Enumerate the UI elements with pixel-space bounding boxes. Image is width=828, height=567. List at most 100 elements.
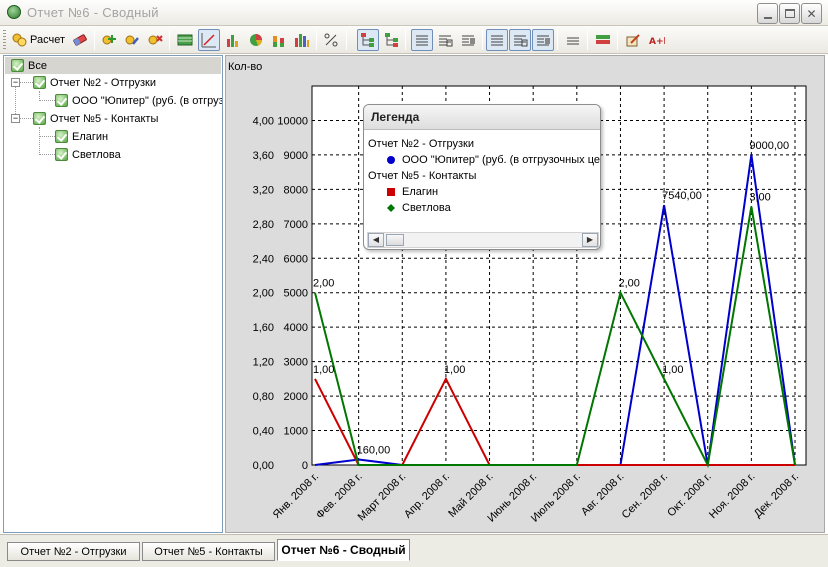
y-tick-label-right: 4000	[284, 322, 308, 334]
bar-chart-button[interactable]	[222, 29, 244, 51]
align-left-icon	[416, 35, 428, 46]
y-tick-label-right: 10000	[277, 115, 308, 127]
color-grid-button[interactable]	[592, 29, 614, 51]
pie-chart-icon	[250, 34, 262, 46]
histogram-button[interactable]	[291, 29, 313, 51]
tree-item-report-5[interactable]: Отчет №5 - Контакты	[33, 110, 158, 127]
rows-right-button[interactable]	[532, 29, 554, 51]
toolbar-grip[interactable]	[3, 30, 6, 50]
text-ab-button[interactable]: A+b	[646, 29, 668, 51]
x-tick-label: Авг. 2008 г.	[579, 471, 627, 519]
tree-item-label: Елагин	[72, 130, 109, 143]
legend-item-label: Светлова	[402, 202, 451, 214]
tree-item-svetlova[interactable]: Светлова	[55, 146, 121, 163]
scroll-left-icon[interactable]: ◀	[368, 233, 384, 247]
align-right-button[interactable]	[457, 29, 479, 51]
edit-icon	[626, 34, 640, 47]
align-center-button[interactable]	[434, 29, 456, 51]
tree-item-report-2[interactable]: Отчет №2 - Отгрузки	[33, 74, 156, 91]
rows-icon	[491, 35, 503, 46]
line-chart-button[interactable]	[198, 29, 220, 51]
checkbox-checked-icon[interactable]	[55, 130, 68, 143]
data-label: 1,00	[444, 364, 465, 376]
window-title: Отчет №6 - Сводный	[27, 5, 159, 20]
calculate-button[interactable]: Расчет	[9, 29, 67, 51]
x-tick-label: Ноя. 2008 г.	[707, 471, 757, 521]
legend-group-label: Отчет №2 - Отгрузки	[368, 138, 474, 150]
rows-center-button[interactable]	[509, 29, 531, 51]
title-bar: Отчет №6 - Сводный ✕	[0, 0, 828, 26]
x-tick-label: Сен. 2008 г.	[620, 471, 671, 522]
checkbox-checked-icon[interactable]	[33, 76, 46, 89]
toolbar-separator	[169, 30, 170, 50]
tree-item-label: Светлова	[72, 148, 121, 161]
lines-button[interactable]	[562, 29, 584, 51]
pie-chart-button[interactable]	[245, 29, 267, 51]
tab-report-2[interactable]: Отчет №2 - Отгрузки	[7, 542, 140, 561]
toolbar-separator	[94, 30, 95, 50]
scroll-thumb[interactable]	[386, 234, 404, 246]
diamond-marker-icon	[387, 204, 395, 212]
tree-line	[39, 127, 40, 155]
x-tick-label: Дек. 2008 г.	[752, 471, 801, 520]
legend-window[interactable]: Легенда Отчет №2 - Отгрузки ООО "Юпитер"…	[363, 104, 601, 250]
stacked-chart-button[interactable]	[268, 29, 290, 51]
edit-button[interactable]	[622, 29, 644, 51]
legend-item: Светлова	[368, 200, 600, 216]
legend-item-label: ООО "Юпитер" (руб. (в отгрузочных ценах)…	[402, 154, 600, 166]
close-button[interactable]: ✕	[801, 3, 822, 24]
edit-report-button[interactable]	[121, 29, 143, 51]
toolbar: Расчет A+	[0, 26, 828, 54]
y-tick-label-right: 7000	[284, 219, 308, 231]
color-grid-icon	[596, 35, 610, 44]
rows-center-icon	[514, 35, 528, 47]
tree-item-elagin[interactable]: Елагин	[55, 128, 108, 145]
checkbox-checked-icon[interactable]	[55, 94, 68, 107]
calculate-icon	[12, 33, 27, 47]
y-tick-label-right: 8000	[284, 184, 308, 196]
scroll-right-icon[interactable]: ▶	[582, 233, 598, 247]
close-icon: ✕	[806, 6, 817, 21]
tab-report-5[interactable]: Отчет №5 - Контакты	[142, 542, 275, 561]
maximize-button[interactable]	[779, 3, 800, 24]
histogram-icon	[295, 34, 309, 47]
y-tick-label-left: 2,40	[253, 253, 274, 265]
y-tick-label-right: 1000	[284, 426, 308, 438]
y-tick-label-right: 9000	[284, 150, 308, 162]
tree-line	[19, 82, 33, 83]
calculate-label: Расчет	[30, 34, 65, 46]
add-report-button[interactable]	[98, 29, 120, 51]
minimize-button[interactable]	[757, 3, 778, 24]
data-label: 9000,00	[749, 140, 789, 152]
table-view-button[interactable]	[174, 29, 196, 51]
legend-body: Отчет №2 - Отгрузки ООО "Юпитер" (руб. (…	[368, 136, 600, 232]
legend-scrollbar[interactable]: ◀ ▶	[367, 232, 599, 248]
align-left-button[interactable]	[411, 29, 433, 51]
tree-line	[39, 154, 55, 155]
tree-expand-button[interactable]	[357, 29, 379, 51]
y-tick-label-right: 0	[302, 460, 308, 472]
report-tabs: Отчет №2 - Отгрузки Отчет №5 - Контакты …	[0, 534, 828, 567]
y-tick-label-left: 2,80	[253, 219, 274, 231]
eraser-icon	[73, 34, 87, 46]
tree-collapse-button[interactable]	[381, 29, 403, 51]
bar-chart-icon	[227, 35, 238, 47]
add-report-icon	[102, 35, 116, 45]
tree-item-label: Отчет №5 - Контакты	[50, 112, 159, 125]
data-label: 1,00	[662, 364, 683, 376]
tree-line	[39, 100, 55, 101]
checkbox-checked-icon[interactable]	[11, 59, 24, 72]
percent-button[interactable]	[320, 29, 342, 51]
tab-report-6[interactable]: Отчет №6 - Сводный	[277, 539, 410, 561]
collapse-icon[interactable]: −	[11, 78, 20, 87]
clear-button[interactable]	[69, 29, 91, 51]
checkbox-checked-icon[interactable]	[55, 148, 68, 161]
tree-item-jupiter[interactable]: ООО "Юпитер" (руб. (в отгрузочных ценах)…	[55, 92, 222, 109]
remove-report-button[interactable]	[144, 29, 166, 51]
y-tick-label-right: 5000	[284, 288, 308, 300]
checkbox-checked-icon[interactable]	[33, 112, 46, 125]
rows-button[interactable]	[486, 29, 508, 51]
tree-item-all[interactable]: Все	[5, 57, 221, 74]
chart-panel: Кол-во 0,00 0 0,40 1000 0,80 2000 1,20 3000 1,60 4…	[225, 55, 825, 533]
legend-item: ООО "Юпитер" (руб. (в отгрузочных ценах)…	[368, 152, 600, 168]
